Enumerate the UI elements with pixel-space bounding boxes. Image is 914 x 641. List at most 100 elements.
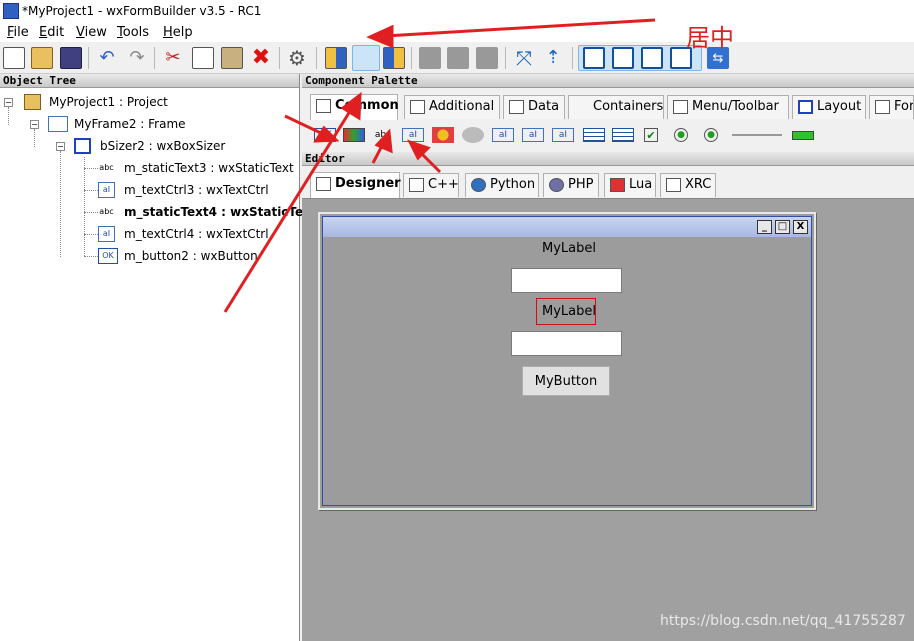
menu-view[interactable]: View — [76, 25, 107, 40]
tab-label: Containers — [593, 99, 664, 114]
tab-forms[interactable]: For — [869, 95, 914, 119]
tree-item-label: MyProject1 : Project — [49, 95, 168, 109]
collapse-toggle[interactable]: − — [30, 120, 39, 129]
stretch-icon[interactable]: ⇡ — [542, 47, 564, 69]
checkbox-icon[interactable]: ✔ — [644, 128, 658, 142]
listbox-icon[interactable] — [583, 128, 605, 142]
tree-item-frame[interactable]: MyFrame2 : Frame — [48, 114, 294, 134]
border-top-icon[interactable] — [641, 47, 663, 69]
radio-icon[interactable]: ● — [674, 128, 688, 142]
tab-label: For — [894, 99, 914, 114]
app-icon — [3, 3, 19, 19]
generate-code-icon[interactable]: ⚙ — [286, 47, 308, 69]
watermark: https://blog.csdn.net/qq_41755287 — [660, 613, 906, 629]
combobox-icon[interactable]: aI — [492, 128, 514, 142]
xrc-icon — [666, 178, 681, 192]
undo-icon[interactable]: ↶ — [96, 47, 118, 69]
tab-layout[interactable]: Layout — [792, 95, 866, 119]
spin-icon[interactable]: aI — [552, 128, 574, 142]
animation-icon[interactable] — [462, 127, 484, 143]
tab-python[interactable]: Python — [465, 173, 539, 197]
wxbutton-icon[interactable]: OK — [314, 128, 336, 142]
menu-edit[interactable]: Edit — [39, 25, 64, 40]
frame-icon — [48, 116, 68, 132]
tab-label: PHP — [568, 177, 594, 192]
tab-label: Data — [528, 99, 560, 114]
tree-item-statictext3[interactable]: abc m_staticText3 : wxStaticText — [98, 158, 298, 178]
tab-containers[interactable]: Containers — [568, 95, 664, 119]
tree-item-sizer[interactable]: bSizer2 : wxBoxSizer — [74, 136, 294, 156]
paste-icon[interactable] — [221, 47, 243, 69]
tab-php[interactable]: PHP — [543, 173, 599, 197]
tab-designer[interactable]: Designer — [310, 172, 401, 198]
copy-icon[interactable] — [192, 47, 214, 69]
align-center-icon[interactable] — [352, 45, 380, 71]
statictext-icon[interactable]: abc — [372, 128, 394, 142]
tab-menu-toolbar[interactable]: Menu/Toolbar — [667, 95, 789, 119]
minimize-button[interactable]: _ — [757, 220, 772, 234]
radio-button-icon[interactable]: ● — [704, 128, 718, 142]
tab-data[interactable]: Data — [503, 95, 565, 119]
data-icon — [509, 100, 524, 114]
statictext-icon: abc — [99, 163, 114, 172]
statictext-icon: abc — [99, 207, 114, 216]
align-bottom-icon[interactable] — [476, 47, 498, 69]
gauge-icon[interactable] — [792, 131, 814, 140]
bitmap-icon[interactable] — [432, 127, 454, 143]
align-left-icon[interactable] — [325, 47, 347, 69]
additional-icon — [410, 100, 425, 114]
tree-item-label: m_staticText4 : wxStaticText — [124, 205, 317, 219]
align-top-icon[interactable] — [419, 47, 441, 69]
delete-icon[interactable]: ✖ — [250, 47, 272, 69]
listctrl-icon[interactable] — [612, 128, 634, 142]
border-left-icon[interactable] — [583, 47, 605, 69]
cut-icon[interactable]: ✂ — [162, 47, 184, 69]
textctrl-icon[interactable]: aI — [402, 128, 424, 142]
menu-icon — [673, 100, 688, 114]
tab-label: XRC — [685, 177, 712, 192]
tree-item-label: m_textCtrl4 : wxTextCtrl — [124, 227, 269, 241]
save-icon[interactable] — [60, 47, 82, 69]
text-ctrl-1[interactable] — [511, 268, 622, 293]
static-text-label-2[interactable]: MyLabel — [542, 304, 596, 319]
collapse-toggle[interactable]: − — [4, 98, 13, 107]
tab-additional[interactable]: Additional — [404, 95, 500, 119]
bitmap-button-icon[interactable] — [343, 128, 365, 142]
forms-icon — [875, 100, 890, 114]
align-middle-icon[interactable] — [447, 47, 469, 69]
open-icon[interactable] — [31, 47, 53, 69]
tab-xrc[interactable]: XRC — [660, 173, 716, 197]
tab-cpp[interactable]: C++ — [403, 173, 459, 197]
tree-item-statictext4[interactable]: abc m_staticText4 : wxStaticText — [98, 202, 316, 222]
static-text-label-1[interactable]: MyLabel — [542, 241, 596, 256]
object-tree-title: Object Tree — [0, 74, 299, 88]
menu-file[interactable]: File — [7, 25, 29, 40]
menu-help[interactable]: Help — [163, 25, 193, 40]
collapse-toggle[interactable]: − — [56, 142, 65, 151]
project-icon — [24, 94, 41, 110]
tree-item-textctrl4[interactable]: aI m_textCtrl4 : wxTextCtrl — [98, 224, 298, 244]
close-button[interactable]: X — [793, 220, 808, 234]
redo-icon[interactable]: ↷ — [126, 47, 148, 69]
tree-item-label: bSizer2 : wxBoxSizer — [100, 139, 226, 153]
tab-common[interactable]: Common — [310, 94, 399, 120]
new-icon[interactable] — [3, 47, 25, 69]
tree-item-project[interactable]: MyProject1 : Project — [24, 92, 294, 112]
preview-frame[interactable]: _ □ X — [318, 212, 816, 510]
maximize-button[interactable]: □ — [775, 220, 790, 234]
tree-item-textctrl3[interactable]: aI m_textCtrl3 : wxTextCtrl — [98, 180, 298, 200]
choice-icon[interactable]: aI — [522, 128, 544, 142]
border-right-icon[interactable] — [612, 47, 634, 69]
frame-title-bar: _ □ X — [323, 217, 811, 237]
tab-label: Menu/Toolbar — [692, 99, 779, 114]
expand-icon[interactable]: ⤧ — [513, 47, 535, 69]
tree-item-label: MyFrame2 : Frame — [74, 117, 186, 131]
tree-item-button2[interactable]: OK m_button2 : wxButton — [98, 246, 298, 266]
slider-icon[interactable] — [732, 128, 782, 142]
tab-lua[interactable]: Lua — [604, 173, 656, 197]
text-ctrl-2[interactable] — [511, 331, 622, 356]
align-right-icon[interactable] — [383, 47, 405, 69]
lua-icon — [610, 178, 625, 192]
menu-tools[interactable]: Tools — [117, 25, 149, 40]
preview-button[interactable]: MyButton — [522, 366, 610, 396]
